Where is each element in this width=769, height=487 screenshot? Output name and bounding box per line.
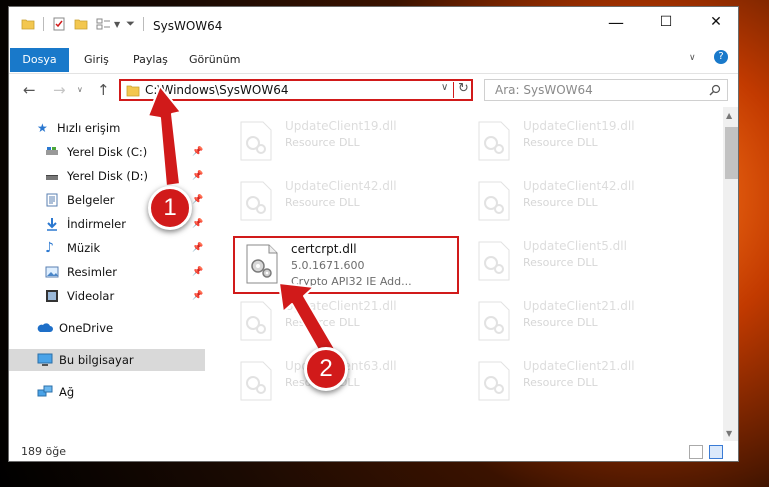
drive-icon [46,175,58,180]
highlight-box [233,236,459,294]
address-path[interactable]: C:\Windows\SysWOW64 [145,83,289,97]
status-bar: 189 öğe [9,443,738,461]
list-item[interactable]: UpdateClient19.dll Resource DLL [469,115,694,165]
sidebar-item-this-pc[interactable]: Bu bilgisayar [9,349,205,371]
navigation-bar: ← → ∨ ↑ C:\Windows\SysWOW64 ∨ ↻ Ara: Sys… [9,75,738,105]
item-count: 189 öğe [21,445,66,458]
pin-icon: 📌 [192,267,204,277]
search-input[interactable]: Ara: SysWOW64 [484,79,728,101]
chevron-down-icon[interactable]: ∨ [689,53,696,63]
new-folder-icon[interactable] [74,17,88,31]
explorer-window: ▼ ⏷ SysWOW64 — ☐ ✕ Dosya Giriş Paylaş Gö… [8,6,739,462]
sidebar-item-local-disk-c[interactable]: Yerel Disk (C:) 📌 [9,141,205,163]
pin-icon: 📌 [192,243,204,253]
properties-icon[interactable] [52,17,66,31]
computer-icon [37,353,53,366]
dll-file-icon [478,301,510,341]
videos-icon [46,290,58,302]
title-bar: ▼ ⏷ SysWOW64 — ☐ ✕ [9,7,738,45]
star-icon: ★ [37,121,48,135]
dll-file-icon [478,241,510,281]
up-arrow-icon[interactable]: ↑ [97,81,110,99]
sidebar-item-music[interactable]: ♪ Müzik 📌 [9,237,205,259]
scroll-thumb[interactable] [725,127,738,179]
step-badge-2: 2 [304,347,348,391]
list-item[interactable]: UpdateClient5.dll Resource DLL [469,235,694,285]
chevron-down-icon[interactable]: ∨ [441,82,448,93]
search-placeholder: Ara: SysWOW64 [495,83,593,97]
list-item[interactable]: UpdateClient19.dll Resource DLL [231,115,456,165]
pin-icon: 📌 [192,171,204,181]
folder-icon [126,85,140,97]
vertical-scrollbar[interactable]: ▲ ▼ [723,107,738,441]
pictures-icon [45,266,59,278]
drive-icon [46,147,58,155]
details-view-icon[interactable] [689,445,703,459]
list-item[interactable]: UpdateClient42.dll Resource DLL [231,175,456,225]
window-title: SysWOW64 [153,19,223,33]
maximize-button[interactable]: ☐ [643,7,689,37]
list-item[interactable]: UpdateClient42.dll Resource DLL [469,175,694,225]
step-badge-1: 1 [148,186,192,230]
separator [43,17,44,31]
list-item[interactable]: UpdateClient21.dll Resource DLL [469,355,694,405]
cloud-icon [37,323,53,332]
list-item[interactable]: UpdateClient21.dll Resource DLL [469,295,694,345]
dll-file-icon [240,121,272,161]
tiles-view-icon[interactable] [709,445,723,459]
dll-file-icon [240,181,272,221]
list-item[interactable]: UpdateClient21.dll Resource DLL [231,295,456,345]
pin-icon: 📌 [192,195,204,205]
back-arrow-icon[interactable]: ← [23,81,36,99]
music-icon: ♪ [45,240,54,256]
dll-file-icon [240,301,272,341]
pin-icon: 📌 [192,219,204,229]
chevron-down-icon[interactable]: ▼ [114,20,120,29]
scroll-down-icon[interactable]: ▼ [726,429,732,438]
dll-file-icon [478,361,510,401]
tab-file[interactable]: Dosya [10,48,69,72]
documents-icon [46,193,58,207]
dll-file-icon [478,181,510,221]
refresh-icon[interactable]: ↻ [458,81,469,96]
search-icon[interactable] [709,84,721,96]
quick-access-toolbar: ▼ ⏷ [21,17,152,31]
sidebar-item-onedrive[interactable]: OneDrive [9,317,205,339]
help-icon[interactable]: ? [714,50,728,64]
tab-share[interactable]: Paylaş [133,49,168,71]
navigation-pane: ★ Hızlı erişim Yerel Disk (C:) 📌 Yerel D… [9,111,205,431]
sidebar-item-videos[interactable]: Videolar 📌 [9,285,205,307]
sidebar-item-network[interactable]: Ağ [9,381,205,403]
download-icon [47,218,57,231]
pin-icon: 📌 [192,291,204,301]
sidebar-item-quick-access[interactable]: ★ Hızlı erişim [9,117,205,139]
folder-icon [21,19,35,30]
scroll-up-icon[interactable]: ▲ [726,111,732,120]
ribbon-tabs: Dosya Giriş Paylaş Görünüm ∨ ? [9,47,738,74]
view-options-icon[interactable] [96,17,112,31]
network-icon [37,385,53,397]
tab-home[interactable]: Giriş [84,49,109,71]
tab-view[interactable]: Görünüm [189,49,240,71]
dll-file-icon [478,121,510,161]
dll-file-icon [240,361,272,401]
close-button[interactable]: ✕ [693,7,738,37]
customize-toolbar-icon[interactable]: ⏷ [126,17,135,31]
pin-icon: 📌 [192,147,204,157]
sidebar-item-local-disk-d[interactable]: Yerel Disk (D:) 📌 [9,165,205,187]
forward-arrow-icon[interactable]: → [53,81,66,99]
recent-locations-chevron-icon[interactable]: ∨ [77,85,83,94]
minimize-button[interactable]: — [593,7,639,37]
sidebar-item-pictures[interactable]: Resimler 📌 [9,261,205,283]
address-bar[interactable]: C:\Windows\SysWOW64 ∨ ↻ [119,79,473,101]
